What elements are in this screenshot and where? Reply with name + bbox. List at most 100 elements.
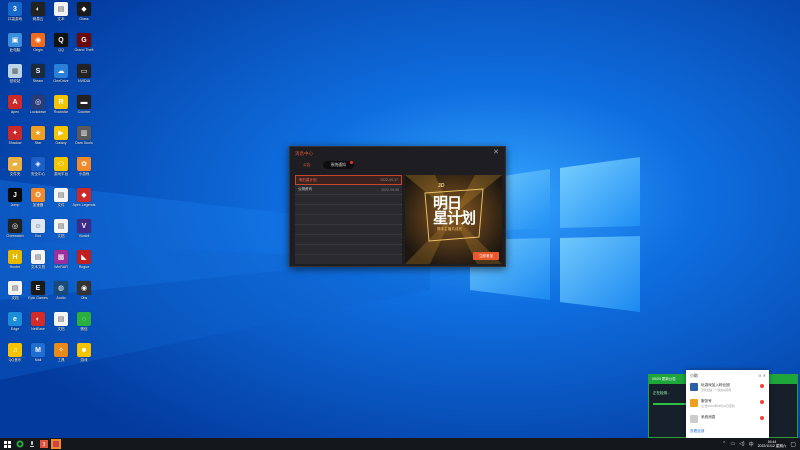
notification-item-preview: [公告]2022年09月23日更新... [701,404,737,408]
app-icon: ▤ [54,2,68,16]
desktop-icon-label: 游戏 [80,358,88,362]
desktop-icon[interactable]: ✧ 工具 [49,343,73,375]
close-icon[interactable]: ✕ [493,149,499,156]
desktop-icon[interactable]: ◉ Obs [72,281,96,313]
app-icon: J [8,188,22,202]
desktop-icon[interactable]: ⚇ 游戏平台 [49,157,73,189]
desktop-icon-label: Apex Legends [72,203,96,207]
desktop-icon[interactable]: V Vivaldi [72,219,96,251]
desktop-icon[interactable]: ◎ Overwatch [3,219,27,251]
start-button[interactable] [0,438,14,450]
notification-item[interactable]: 系统消息 [690,414,766,427]
desktop-icon[interactable]: ▤ 文档 [49,219,73,251]
message-row[interactable] [295,245,402,255]
message-row[interactable]: 公测资讯 2022-09-08 [295,185,402,195]
app-icon: ♫ [8,343,22,357]
desktop-icon[interactable]: ◈ 安全中心 [26,157,50,189]
message-row[interactable] [295,235,402,245]
desktop-icon[interactable]: ▣ 此电脑 [3,33,27,65]
desktop-icon[interactable]: ✪ 加速器 [26,188,50,220]
desktop-icon[interactable]: ◍ Audio [49,281,73,313]
desktop-icon[interactable]: ✦ Shadow [3,126,27,158]
desktop-icon[interactable]: ◎ Lockdown [26,95,50,127]
tab-announcement[interactable]: 公告 [295,161,319,169]
tab-system-notice[interactable]: 系统通知 [322,161,354,169]
dialog-tabs: 公告 系统通知 [295,161,354,169]
taskbar-app-mic[interactable] [26,438,38,450]
taskbar-app-game[interactable]: 3 [38,438,50,450]
desktop-icon-label: Glass [79,17,89,21]
taskbar-app-green[interactable] [14,438,26,450]
desktop-icon[interactable]: ◆ Glass [72,2,96,34]
desktop-icon[interactable]: M Mail [26,343,50,375]
desktop-icon[interactable]: ★ Star [26,126,50,158]
desktop-icon[interactable]: ◐ 网易云 [26,2,50,34]
input-method-icon[interactable]: 中 [749,441,754,448]
desktop-icon[interactable]: S Steam [26,64,50,96]
desktop-icon[interactable]: ▩ WinRAR [49,250,73,282]
desktop-icon[interactable]: ✿ 小游戏 [72,157,96,189]
message-row[interactable] [295,205,402,215]
desktop-icon[interactable]: ☻ 游戏 [72,343,96,375]
banner-title-line1: 明日 [433,195,462,212]
microphone-icon [30,440,34,447]
desktop-icon[interactable]: ☺ Bot [26,219,50,251]
notification-popup: 小助 ⊖ ✕ 玩游戏加入粉丝团 游戏加速 · 一键启动游戏 服务号 [公告]2022年… [686,370,769,438]
notification-item[interactable]: 服务号 [公告]2022年09月23日更新... [690,398,766,411]
desktop-icon[interactable]: ▥ Dark Souls [72,126,96,158]
desktop-icon[interactable]: e Edge [3,312,27,344]
desktop-icon[interactable]: ▰ 文件夹 [3,157,27,189]
desktop-icon[interactable]: ▤ 文件 [49,188,73,220]
desktop-icon[interactable]: ▦ 回收站 [3,64,27,96]
clock[interactable]: 16:44 2022/11/12 星期六 [758,440,787,448]
desktop-icon[interactable]: ▶ Galaxy [49,126,73,158]
desktop-icon[interactable]: Q QQ [49,33,73,65]
desktop-icon[interactable]: A Apex [3,95,27,127]
volume-icon[interactable]: ◁) [739,441,745,447]
desktop-icon[interactable]: ☁ OneDrive [49,64,73,96]
desktop-icon[interactable]: ▤ 文本文档 [26,250,50,282]
desktop-icon[interactable]: ◌ 微信 [72,312,96,344]
view-all-link[interactable]: 查看全部 [690,429,704,434]
app-icon: A [8,95,22,109]
circle-icon [16,440,24,448]
app-icon: Q [54,33,68,47]
notification-item[interactable]: 玩游戏加入粉丝团 游戏加速 · 一键启动游戏 [690,382,766,395]
desktop-icon[interactable]: ◐ NetEase [26,312,50,344]
desktop-icon[interactable]: H Hunter [3,250,27,282]
app-icon: ▤ [8,281,22,295]
desktop-icon[interactable]: ◉ Origin [26,33,50,65]
desktop-icon[interactable]: G Grand Theft [72,33,96,65]
message-row[interactable]: 明日星计划 2022-09-17 [295,175,402,185]
desktop-icon[interactable]: ◣ Rogue [72,250,96,282]
notification-controls[interactable]: ⊖ ✕ [758,373,766,378]
message-title: 公测资讯 [298,187,312,191]
app-icon: ◎ [8,219,22,233]
desktop-icon[interactable]: ◆ Apex Legends [72,188,96,220]
chevron-up-icon[interactable]: ⌃ [722,441,726,447]
notification-app-icon [690,399,698,407]
message-row[interactable] [295,215,402,225]
desktop-icon[interactable]: ▤ 文档 [3,281,27,313]
desktop-icon[interactable]: ▤ 文本 [49,2,73,34]
message-row[interactable] [295,195,402,205]
network-icon[interactable]: ▭ [730,441,735,447]
taskbar-app-active[interactable] [50,438,62,450]
desktop-icon[interactable]: J Jump [3,188,27,220]
desktop-icon[interactable]: E Epic Games [26,281,50,313]
message-date: 2022-09-08 [381,187,399,192]
banner-title-line2: 星计划 [433,210,476,227]
desktop-icon[interactable]: ▭ NVIDIA [72,64,96,96]
app-icon: ◍ [54,281,68,295]
app-icon: ◎ [31,95,45,109]
desktop-icon[interactable]: 3 口袋游戏 [3,2,27,34]
join-now-button[interactable]: 立即参加 [473,252,499,260]
desktop-icon[interactable]: R Rockstar [49,95,73,127]
desktop-icon[interactable]: ♫ QQ音乐 [3,343,27,375]
promo-banner[interactable]: 3D 明日 星计划 携手主播共成长 立即参加 [405,175,502,264]
message-row[interactable] [295,225,402,235]
desktop-icon[interactable]: ▬ Counter [72,95,96,127]
app-icon: ▤ [54,219,68,233]
notification-center-icon[interactable]: ▢ [790,441,796,448]
desktop-icon[interactable]: ▤ 文档 [49,312,73,344]
